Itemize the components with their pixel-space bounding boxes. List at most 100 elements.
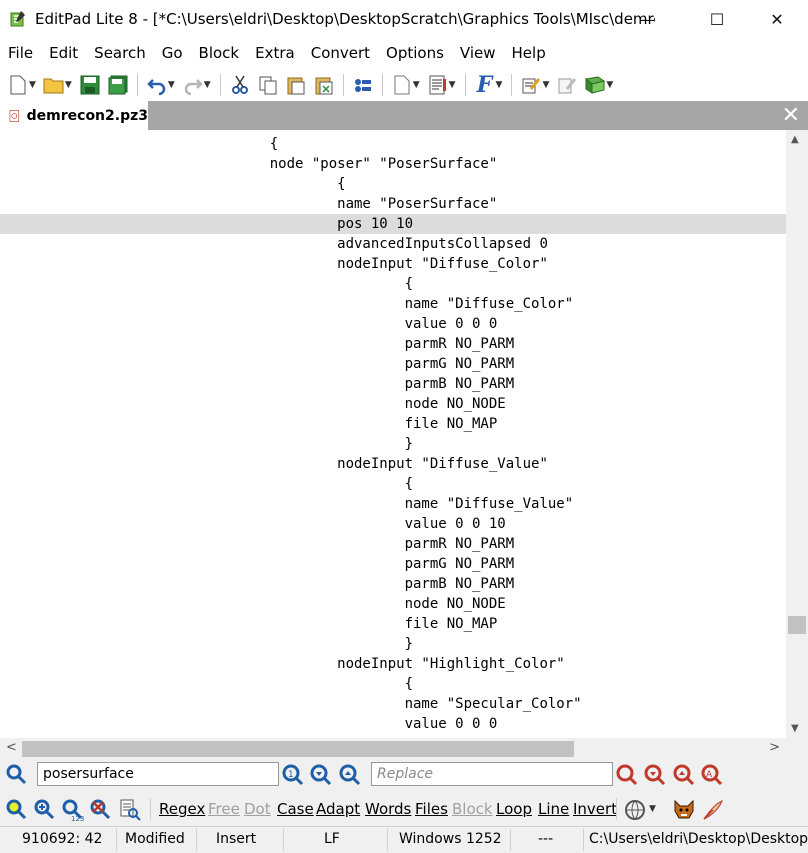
scope-dropdown-icon[interactable]: ▼ <box>649 804 656 814</box>
open-folder-icon[interactable] <box>43 74 65 96</box>
vertical-scroll-thumb[interactable] <box>788 616 806 634</box>
code-line[interactable]: node "poser" "PoserSurface" <box>0 154 786 174</box>
search-icon[interactable] <box>5 763 29 787</box>
code-line[interactable]: advancedInputsCollapsed 0 <box>0 234 786 254</box>
code-line[interactable]: nodeInput "Highlight_Color" <box>0 654 786 674</box>
replace-next-icon[interactable] <box>643 763 667 787</box>
paste-icon[interactable] <box>285 74 307 96</box>
count-matches-icon[interactable]: 123 <box>61 798 85 822</box>
font-dropdown-icon[interactable]: ▼ <box>496 80 503 90</box>
find-previous-icon[interactable] <box>338 763 362 787</box>
menu-search[interactable]: Search <box>86 44 154 62</box>
replace-all-icon[interactable]: A <box>700 763 724 787</box>
undo-dropdown-icon[interactable]: ▼ <box>168 80 175 90</box>
horizontal-scrollbar[interactable]: < > <box>0 738 808 760</box>
code-line[interactable]: { <box>0 134 786 154</box>
code-line[interactable]: } <box>0 634 786 654</box>
option-regex[interactable]: Regex <box>159 800 205 818</box>
scroll-right-icon[interactable]: > <box>769 740 780 755</box>
code-line[interactable]: parmG NO_PARM <box>0 354 786 374</box>
code-line[interactable]: { <box>0 174 786 194</box>
code-line[interactable]: { <box>0 474 786 494</box>
close-tab-icon[interactable]: ✕ <box>782 103 800 128</box>
menu-file[interactable]: File <box>0 44 41 62</box>
scroll-up-icon[interactable]: ▲ <box>791 134 799 145</box>
code-line[interactable]: { <box>0 274 786 294</box>
current-code-line[interactable]: pos 10 10 <box>0 214 786 234</box>
save-icon[interactable] <box>79 74 101 96</box>
option-line[interactable]: Line <box>538 800 569 818</box>
menu-edit[interactable]: Edit <box>41 44 86 62</box>
code-line[interactable]: name "Specular_Color" <box>0 694 786 714</box>
menu-convert[interactable]: Convert <box>303 44 378 62</box>
code-line[interactable]: parmB NO_PARM <box>0 374 786 394</box>
tab-demrecon2[interactable]: demrecon2.pz3 <box>0 101 148 130</box>
font-icon[interactable]: F <box>474 72 496 98</box>
vertical-scrollbar[interactable]: ▲ ▼ <box>786 130 808 738</box>
code-line[interactable]: parmR NO_PARM <box>0 534 786 554</box>
save-all-icon[interactable] <box>107 74 129 96</box>
code-line[interactable]: name "Diffuse_Color" <box>0 294 786 314</box>
clear-search-icon[interactable] <box>89 798 113 822</box>
scroll-left-icon[interactable]: < <box>6 740 17 755</box>
menu-help[interactable]: Help <box>504 44 554 62</box>
code-line[interactable]: file NO_MAP <box>0 414 786 434</box>
code-line[interactable]: nodeInput "Diffuse_Value" <box>0 454 786 474</box>
code-line[interactable]: value 0 0 10 <box>0 514 786 534</box>
quill-icon[interactable] <box>701 798 725 822</box>
maximize-button[interactable]: ☐ <box>694 0 740 38</box>
status-line-break[interactable]: LF <box>324 831 340 847</box>
new-file-icon[interactable] <box>7 74 29 96</box>
code-line[interactable]: nodeInput "Diffuse_Color" <box>0 254 786 274</box>
spell-check-icon[interactable] <box>520 74 542 96</box>
menu-extra[interactable]: Extra <box>247 44 303 62</box>
code-line[interactable]: value 0 0 0 <box>0 314 786 334</box>
option-words[interactable]: Words <box>365 800 411 818</box>
replace-previous-icon[interactable] <box>672 763 696 787</box>
search-history-icon[interactable] <box>118 798 142 822</box>
search-input[interactable]: posersurface <box>37 762 279 786</box>
text-layout-icon[interactable] <box>427 74 449 96</box>
redo-dropdown-icon[interactable]: ▼ <box>204 80 211 90</box>
minimize-button[interactable]: — <box>624 0 670 38</box>
option-loop[interactable]: Loop <box>496 800 532 818</box>
highlight-matches-icon[interactable] <box>5 798 29 822</box>
layout-dropdown-icon[interactable]: ▼ <box>449 80 456 90</box>
code-line[interactable]: file NO_MAP <box>0 614 786 634</box>
cut-icon[interactable] <box>229 74 251 96</box>
code-line[interactable]: value 0 0 0 <box>0 714 786 734</box>
code-line[interactable]: parmR NO_PARM <box>0 334 786 354</box>
menu-options[interactable]: Options <box>378 44 452 62</box>
blank-document-icon[interactable] <box>391 74 413 96</box>
menu-go[interactable]: Go <box>154 44 191 62</box>
find-next-icon[interactable] <box>309 763 333 787</box>
fox-icon[interactable] <box>672 798 696 822</box>
code-line[interactable]: { <box>0 674 786 694</box>
code-line[interactable]: parmB NO_PARM <box>0 574 786 594</box>
option-adapt[interactable]: Adapt <box>316 800 360 818</box>
option-files[interactable]: Files <box>415 800 448 818</box>
replace-input[interactable]: Replace <box>371 762 613 786</box>
code-line[interactable]: name "Diffuse_Value" <box>0 494 786 514</box>
text-editor[interactable]: { node "poser" "PoserSurface" { name "Po… <box>0 130 786 738</box>
replace-icon[interactable] <box>615 763 639 787</box>
document-dropdown-icon[interactable]: ▼ <box>413 80 420 90</box>
scroll-down-icon[interactable]: ▼ <box>791 723 799 734</box>
paste-special-icon[interactable] <box>313 74 335 96</box>
search-scope-globe-icon[interactable] <box>623 798 647 822</box>
status-encoding[interactable]: Windows 1252 <box>399 831 502 847</box>
horizontal-scroll-thumb[interactable] <box>22 741 574 757</box>
close-window-button[interactable]: ✕ <box>754 0 800 38</box>
clip-collection-icon[interactable] <box>352 74 374 96</box>
code-line[interactable]: node NO_NODE <box>0 594 786 614</box>
menu-block[interactable]: Block <box>191 44 248 62</box>
code-line[interactable]: name "PoserSurface" <box>0 194 786 214</box>
search-fold-icon[interactable] <box>33 798 57 822</box>
open-dropdown-icon[interactable]: ▼ <box>65 80 72 90</box>
code-line[interactable]: node NO_NODE <box>0 394 786 414</box>
book-icon[interactable] <box>584 74 606 96</box>
redo-icon[interactable] <box>182 74 204 96</box>
spell-dropdown-icon[interactable]: ▼ <box>542 80 549 90</box>
option-invert[interactable]: Invert <box>573 800 617 818</box>
new-dropdown-icon[interactable]: ▼ <box>29 80 36 90</box>
